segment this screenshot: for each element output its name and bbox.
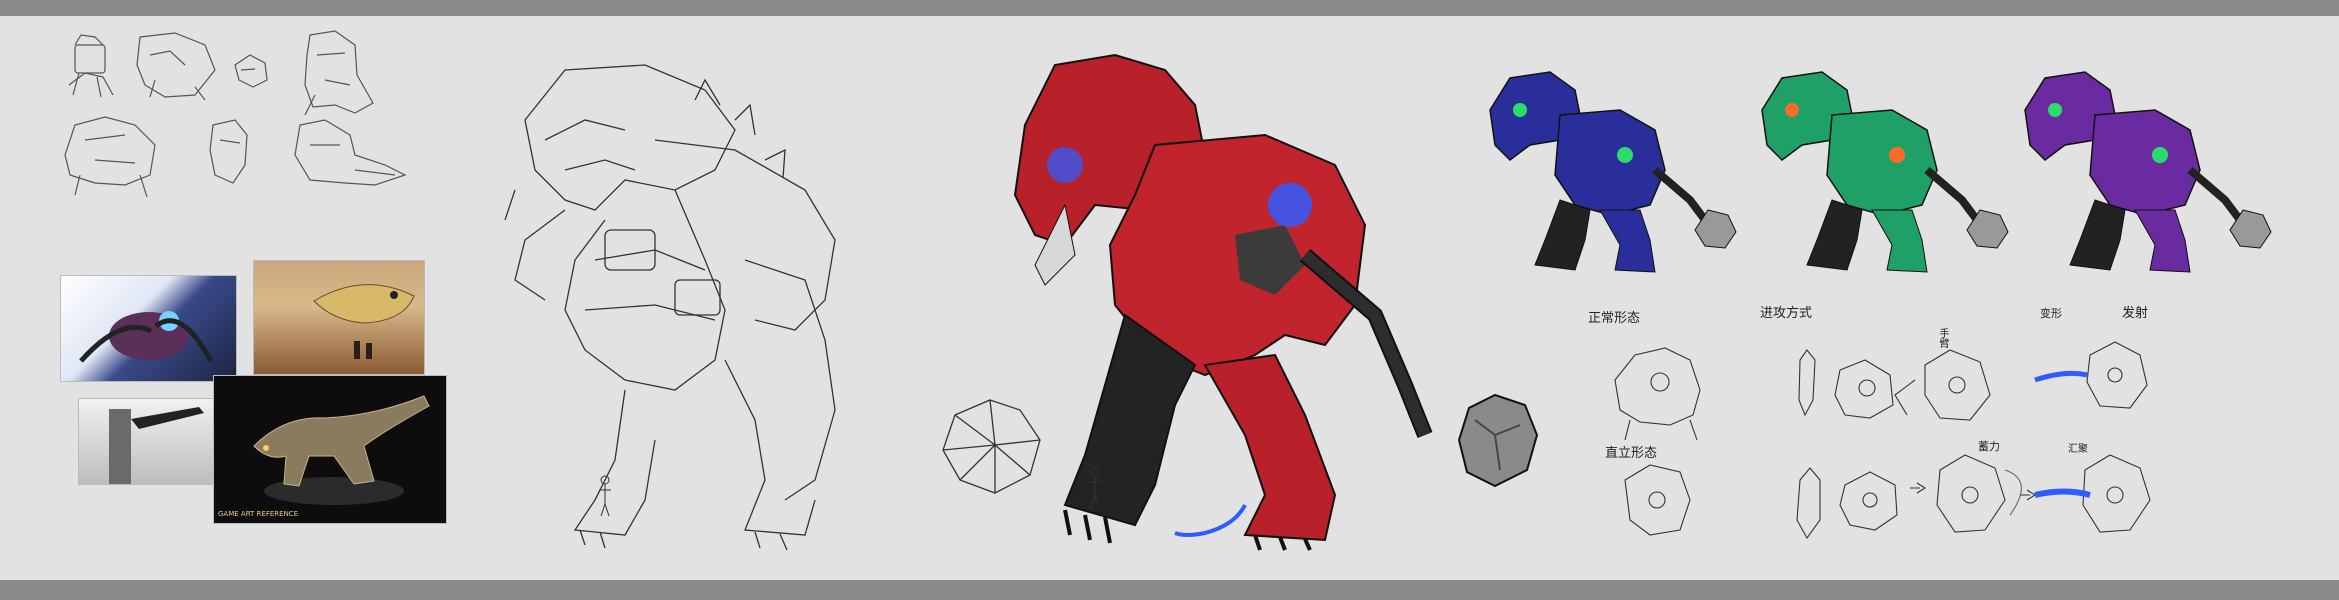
thumbnail-sketch-icon [68,34,114,98]
reference-image-smoke-crane [78,398,215,485]
label-launch: 发射 [2122,306,2149,321]
thumbnail-sketch-icon [64,116,156,198]
blue-variant-robot [1489,71,1737,273]
pose-sketches [1614,341,2151,540]
label-attack-method: 进攻方式 [1760,306,1813,321]
top-frame-bar [0,0,2339,16]
thumbnail-sketches [64,30,407,198]
thumbnail-sketch-icon [304,30,374,116]
thumbnail-sketch-icon [294,119,407,186]
bottom-frame-bar [0,580,2339,600]
thumbnail-sketch-icon [209,119,248,184]
green-variant-robot [1761,71,2009,273]
thumbnail-sketch-icon [234,54,268,88]
reference-image-spider-mech [60,275,237,382]
reference-image-desert-creature [253,260,425,375]
purple-variant-robot [2024,71,2272,273]
label-transform: 变形 [2040,307,2062,320]
reference-image-creature-statue: GAME ART REFERENCE [213,375,447,524]
thumbnail-sketch-icon [136,32,216,101]
line-art-robot-icon [504,64,836,551]
red-robot-render [1013,53,1433,551]
spiked-mace-icon [1457,393,1539,488]
human-scale-figure-icon [599,475,611,517]
reference-caption: GAME ART REFERENCE [218,510,299,518]
